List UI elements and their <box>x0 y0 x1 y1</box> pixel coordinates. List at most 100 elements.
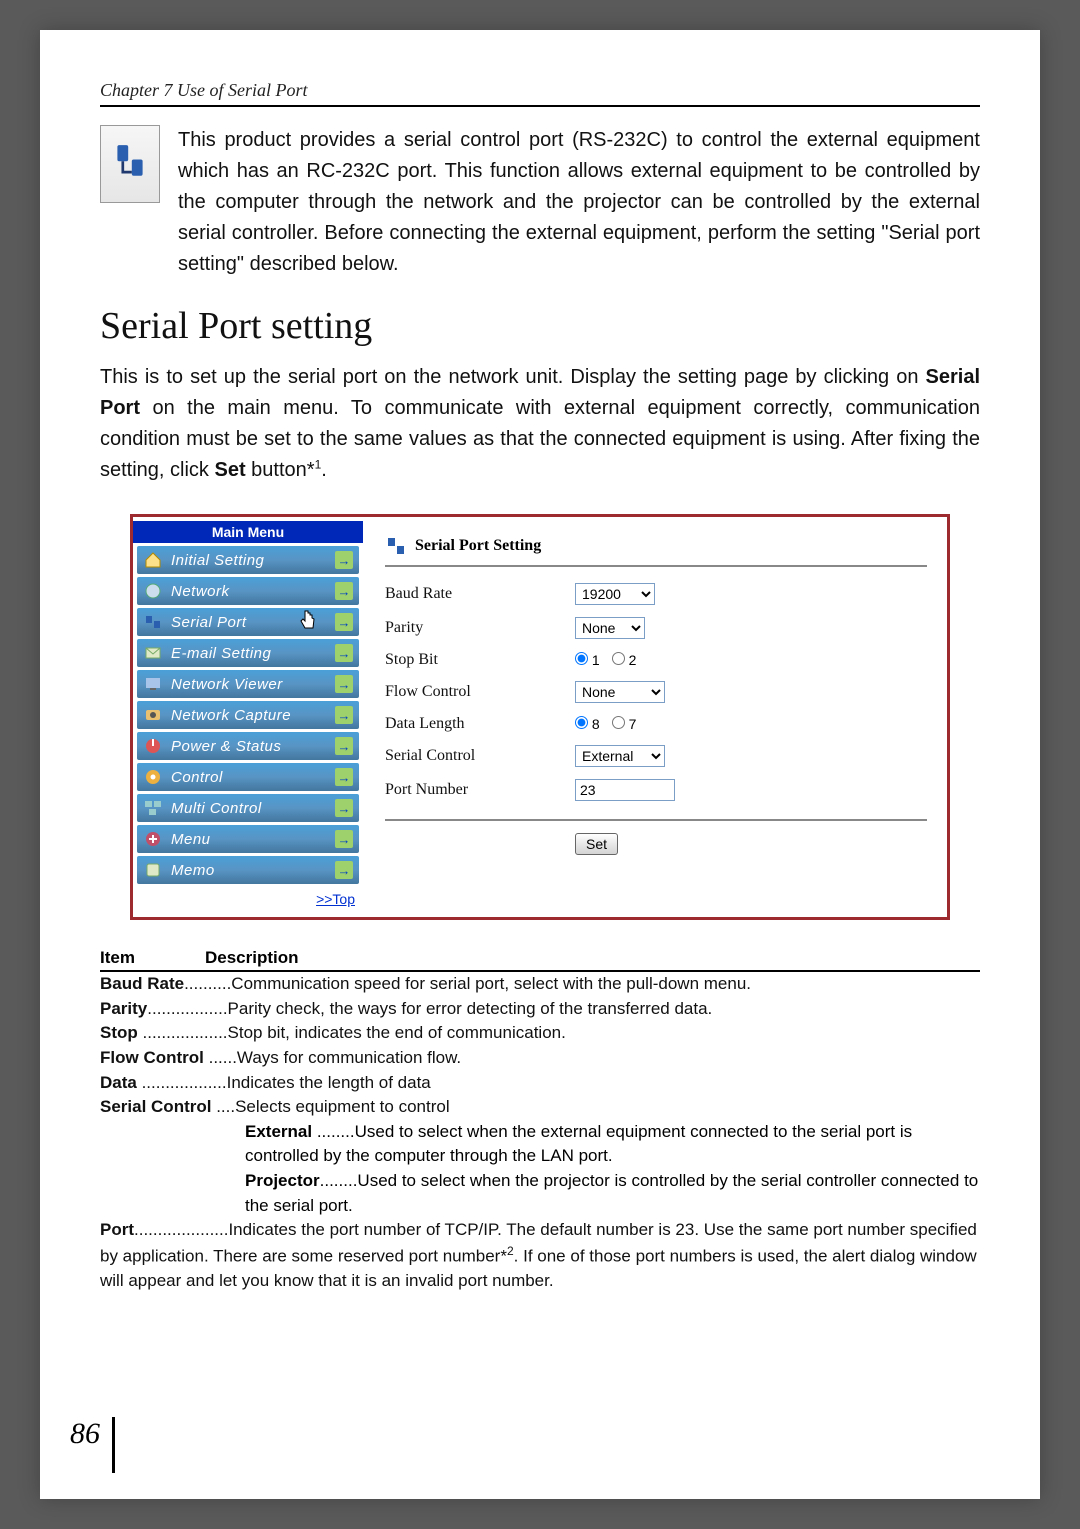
top-link-row: >>Top <box>133 887 363 913</box>
settings-screenshot: Main Menu Initial Setting Network Serial… <box>130 514 950 920</box>
desc-sub-projector: Projector........Used to select when the… <box>100 1169 980 1218</box>
baud-rate-label: Baud Rate <box>385 585 575 603</box>
desc-row-port: Port....................Indicates the po… <box>100 1218 980 1294</box>
stop-bit-radio-2[interactable]: 2 <box>612 652 637 668</box>
set-button[interactable]: Set <box>575 833 618 855</box>
sidebar-item-label: E-mail Setting <box>171 645 335 662</box>
divider <box>385 819 927 821</box>
serial-icon <box>143 612 163 632</box>
definition: ..........Communication speed for serial… <box>184 974 751 993</box>
sidebar-item-label: Network <box>171 583 335 600</box>
sidebar-item-label: Initial Setting <box>171 552 335 569</box>
sidebar-item-network-viewer[interactable]: Network Viewer <box>137 670 359 698</box>
form-title-text: Serial Port Setting <box>415 537 541 555</box>
sidebar-item-email-setting[interactable]: E-mail Setting <box>137 639 359 667</box>
data-length-label: Data Length <box>385 715 575 733</box>
desc-row-parity: Parity.................Parity check, the… <box>100 997 980 1022</box>
radio-label: 7 <box>629 716 637 732</box>
arrow-icon <box>335 582 353 600</box>
term: Port <box>100 1220 134 1239</box>
port-number-input[interactable] <box>575 779 675 801</box>
sidebar-item-label: Network Capture <box>171 707 335 724</box>
desc-row-baud: Baud Rate..........Communication speed f… <box>100 972 980 997</box>
sidebar-item-initial-setting[interactable]: Initial Setting <box>137 546 359 574</box>
control-icon <box>143 767 163 787</box>
definition: ......Ways for communication flow. <box>204 1048 461 1067</box>
main-menu-title: Main Menu <box>133 521 363 543</box>
port-number-label: Port Number <box>385 781 575 799</box>
body-bold-set: Set <box>214 459 245 481</box>
term: Data <box>100 1073 137 1092</box>
sidebar-item-serial-port[interactable]: Serial Port <box>137 608 359 636</box>
sidebar-item-label: Network Viewer <box>171 676 335 693</box>
form-title: Serial Port Setting <box>385 529 927 567</box>
serial-control-select[interactable]: External <box>575 745 665 767</box>
chapter-header: Chapter 7 Use of Serial Port <box>100 80 980 107</box>
sidebar-item-multi-control[interactable]: Multi Control <box>137 794 359 822</box>
term: Flow Control <box>100 1048 204 1067</box>
arrow-icon <box>335 551 353 569</box>
definition: ....Selects equipment to control <box>211 1097 449 1116</box>
sidebar-item-memo[interactable]: Memo <box>137 856 359 884</box>
arrow-icon <box>335 830 353 848</box>
desc-sub-external: External ........Used to select when the… <box>100 1120 980 1169</box>
serial-control-label: Serial Control <box>385 747 575 765</box>
footnote-ref-2: 2 <box>507 1244 514 1258</box>
data-length-radio-8[interactable]: 8 <box>575 716 600 732</box>
serial-icon <box>385 535 407 557</box>
sidebar-item-network-capture[interactable]: Network Capture <box>137 701 359 729</box>
header-description: Description <box>205 948 299 968</box>
term: Parity <box>100 999 147 1018</box>
manual-page: Chapter 7 Use of Serial Port This produc… <box>40 30 1040 1499</box>
network-icon <box>143 581 163 601</box>
definition: ........Used to select when the external… <box>245 1122 912 1166</box>
power-icon <box>143 736 163 756</box>
body-part: This is to set up the serial port on the… <box>100 366 926 388</box>
desc-row-data: Data ..................Indicates the len… <box>100 1071 980 1096</box>
section-body: This is to set up the serial port on the… <box>100 362 980 486</box>
body-part: button* <box>246 459 315 481</box>
stop-bit-radio-1[interactable]: 1 <box>575 652 600 668</box>
data-length-radio-7[interactable]: 7 <box>612 716 637 732</box>
arrow-icon <box>335 644 353 662</box>
flow-control-select[interactable]: None <box>575 681 665 703</box>
arrow-icon <box>335 768 353 786</box>
sidebar-item-menu[interactable]: Menu <box>137 825 359 853</box>
radio-label: 1 <box>592 652 600 668</box>
term: External <box>245 1122 312 1141</box>
body-part: . <box>321 459 327 481</box>
stop-bit-label: Stop Bit <box>385 651 575 669</box>
sidebar-item-network[interactable]: Network <box>137 577 359 605</box>
arrow-icon <box>335 613 353 631</box>
sidebar-item-label: Menu <box>171 831 335 848</box>
baud-rate-select[interactable]: 19200 <box>575 583 655 605</box>
capture-icon <box>143 705 163 725</box>
parity-select[interactable]: None <box>575 617 645 639</box>
radio-label: 8 <box>592 716 600 732</box>
menu-icon <box>143 829 163 849</box>
radio-label: 2 <box>629 652 637 668</box>
flow-control-label: Flow Control <box>385 683 575 701</box>
term: Projector <box>245 1171 320 1190</box>
intro-block: This product provides a serial control p… <box>100 125 980 280</box>
definition: ........Used to select when the projecto… <box>245 1171 978 1215</box>
parity-label: Parity <box>385 619 575 637</box>
sidebar-item-control[interactable]: Control <box>137 763 359 791</box>
arrow-icon <box>335 737 353 755</box>
sidebar-item-label: Memo <box>171 862 335 879</box>
email-icon <box>143 643 163 663</box>
viewer-icon <box>143 674 163 694</box>
term: Serial Control <box>100 1097 211 1116</box>
sidebar-item-power-status[interactable]: Power & Status <box>137 732 359 760</box>
sidebar-item-label: Serial Port <box>171 614 335 631</box>
home-icon <box>143 550 163 570</box>
arrow-icon <box>335 675 353 693</box>
serial-port-form: Serial Port Setting Baud Rate 19200 Pari… <box>363 517 947 917</box>
sidebar-item-label: Multi Control <box>171 800 335 817</box>
top-link[interactable]: >>Top <box>316 891 355 907</box>
definition: ..................Indicates the length o… <box>137 1073 431 1092</box>
section-title: Serial Port setting <box>100 304 980 348</box>
header-item: Item <box>100 948 205 968</box>
multi-icon <box>143 798 163 818</box>
intro-text: This product provides a serial control p… <box>178 125 980 280</box>
